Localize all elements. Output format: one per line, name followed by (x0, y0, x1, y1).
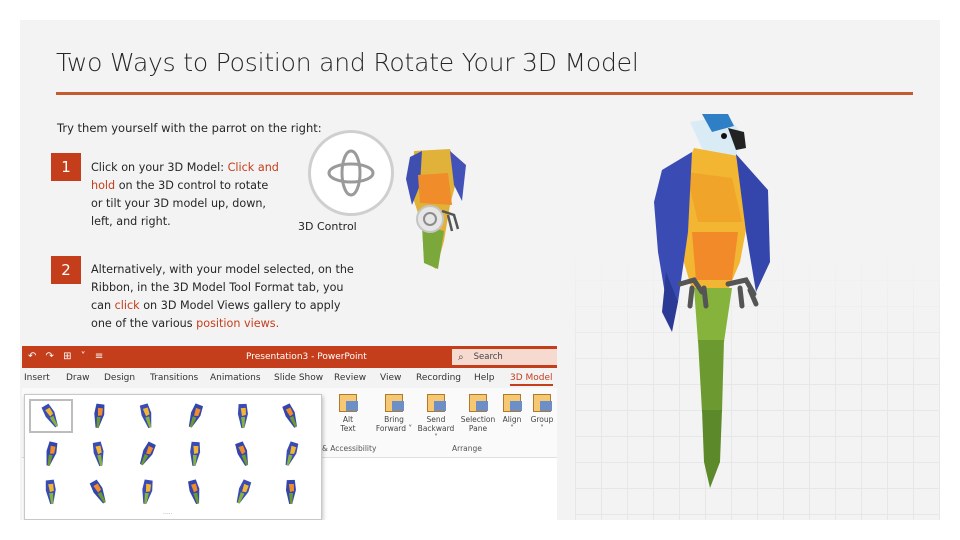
parrot-thumbnail-icon (236, 479, 252, 504)
parrot-thumbnail-icon (188, 403, 204, 428)
ribbon-screenshot: ↶ ↷ ⊞ ˅ ≡ Presentation3 - PowerPoint ⌕ Se… (22, 346, 557, 520)
parrot-thumbnail-icon (41, 403, 58, 428)
bring-forward-button[interactable]: Bring Forward ˅ (374, 394, 414, 433)
gallery-view-7[interactable] (29, 437, 73, 471)
gallery-view-4[interactable] (173, 399, 217, 433)
tab-transitions[interactable]: Transitions (150, 373, 198, 383)
step-1-text-b: on the 3D control to rotate or tilt your… (91, 179, 269, 228)
tab-review[interactable]: Review (334, 373, 366, 383)
selection-pane-line1: Selection (460, 415, 496, 424)
send-backward-line2: Backward ˅ (417, 424, 455, 442)
parrot-thumbnail-icon (190, 441, 201, 467)
gallery-view-3[interactable] (125, 399, 169, 433)
gallery-view-16[interactable] (173, 475, 217, 509)
send-backward-icon (427, 394, 446, 412)
parrot-3d-model[interactable] (632, 112, 782, 502)
search-placeholder: Search (473, 352, 503, 362)
rotate-3d-icon (327, 149, 375, 197)
intro-text: Try them yourself with the parrot on the… (57, 121, 322, 135)
3d-control-callout (308, 130, 394, 216)
parrot-thumbnail-icon (94, 403, 105, 429)
step-2-text: Alternatively, with your model selected,… (91, 261, 363, 333)
step-2-highlight-views: position views. (196, 317, 280, 330)
gallery-view-14[interactable] (77, 475, 121, 509)
title-bar: ↶ ↷ ⊞ ˅ ≡ Presentation3 - PowerPoint ⌕ Se… (22, 346, 557, 368)
3d-control-label: 3D Control (298, 220, 357, 233)
gallery-view-12[interactable] (269, 437, 313, 471)
tab-help[interactable]: Help (474, 373, 495, 383)
quick-access-toolbar: ↶ ↷ ⊞ ˅ ≡ (28, 351, 107, 362)
group-line1: Group (530, 415, 554, 424)
alt-text-icon (339, 394, 358, 412)
gallery-view-8[interactable] (77, 437, 121, 471)
ribbon-tabs: Insert Draw Design Transitions Animation… (22, 368, 557, 388)
gallery-view-9[interactable] (125, 437, 169, 471)
parrot-thumbnail-icon (139, 441, 156, 466)
step-2-number: 2 (51, 256, 81, 284)
gallery-view-15[interactable] (125, 475, 169, 509)
bring-forward-line1: Bring (384, 415, 404, 424)
parrot-thumbnail-icon (45, 479, 56, 505)
parrot-thumbnail-icon (282, 403, 297, 428)
title-underline (56, 92, 913, 95)
align-line2: ˅ (510, 424, 514, 433)
alt-text-line2: Text (340, 424, 356, 433)
gallery-view-2[interactable] (77, 399, 121, 433)
parrot-thumbnail-icon (188, 479, 200, 505)
tab-animations[interactable]: Animations (210, 373, 261, 383)
accessibility-group-label: & Accessibility (322, 444, 377, 453)
alt-text-line1: Alt (342, 415, 354, 424)
tab-view[interactable]: View (380, 373, 401, 383)
tab-3d-model[interactable]: 3D Model (510, 373, 553, 386)
alt-text-button[interactable]: Alt Text (328, 394, 368, 433)
align-icon (503, 394, 522, 412)
tab-recording[interactable]: Recording (416, 373, 461, 383)
step-1-text-a: Click on your 3D Model: (91, 161, 228, 174)
parrot-thumbnail-icon (237, 403, 248, 429)
parrot-thumbnail-icon (46, 441, 58, 466)
slide: Two Ways to Position and Rotate Your 3D … (20, 20, 940, 520)
gallery-view-11[interactable] (221, 437, 265, 471)
group-button[interactable]: Group ˅ (522, 394, 557, 433)
gallery-resize-handle[interactable]: ····· (163, 511, 173, 518)
selection-pane-line2: Pane (468, 424, 488, 433)
search-box[interactable]: ⌕ Search (452, 349, 557, 365)
send-backward-line1: Send (426, 415, 446, 424)
step-1-text: Click on your 3D Model: Click and hold o… (91, 159, 283, 231)
3d-model-views-gallery: ····· (24, 394, 322, 520)
parrot-thumbnail-icon (285, 441, 299, 466)
gallery-view-1[interactable] (29, 399, 73, 433)
tab-insert[interactable]: Insert (24, 373, 50, 383)
parrot-thumbnail-icon (139, 403, 152, 429)
gallery-view-18[interactable] (269, 475, 313, 509)
send-backward-button[interactable]: Send Backward ˅ (416, 394, 456, 442)
bring-forward-icon (385, 394, 404, 412)
window-title: Presentation3 - PowerPoint (246, 352, 367, 362)
gallery-view-17[interactable] (221, 475, 265, 509)
group-icon (533, 394, 552, 412)
step-1-number: 1 (51, 153, 81, 181)
tab-design[interactable]: Design (104, 373, 135, 383)
step-2-highlight-click: click (114, 299, 140, 312)
align-line1: Align (502, 415, 522, 424)
parrot-thumbnail-icon (142, 479, 153, 505)
parrot-thumbnail-icon (285, 479, 296, 505)
parrot-thumbnail-icon (92, 441, 104, 467)
arrange-group-label: Arrange (452, 444, 482, 453)
parrot-thumbnail-icon (89, 479, 106, 504)
parrot-rotate-illustration (406, 149, 466, 269)
gallery-view-5[interactable] (221, 399, 265, 433)
slide-title: Two Ways to Position and Rotate Your 3D … (56, 48, 639, 77)
gallery-view-10[interactable] (173, 437, 217, 471)
bring-forward-line2: Forward ˅ (375, 424, 413, 433)
parrot-thumbnail-icon (235, 441, 249, 466)
gallery-view-13[interactable] (29, 475, 73, 509)
tab-slide-show[interactable]: Slide Show (274, 373, 323, 383)
search-icon: ⌕ (458, 351, 464, 363)
gallery-view-6[interactable] (269, 399, 313, 433)
group-line2: ˅ (540, 424, 544, 433)
selection-pane-icon (469, 394, 488, 412)
tab-draw[interactable]: Draw (66, 373, 90, 383)
